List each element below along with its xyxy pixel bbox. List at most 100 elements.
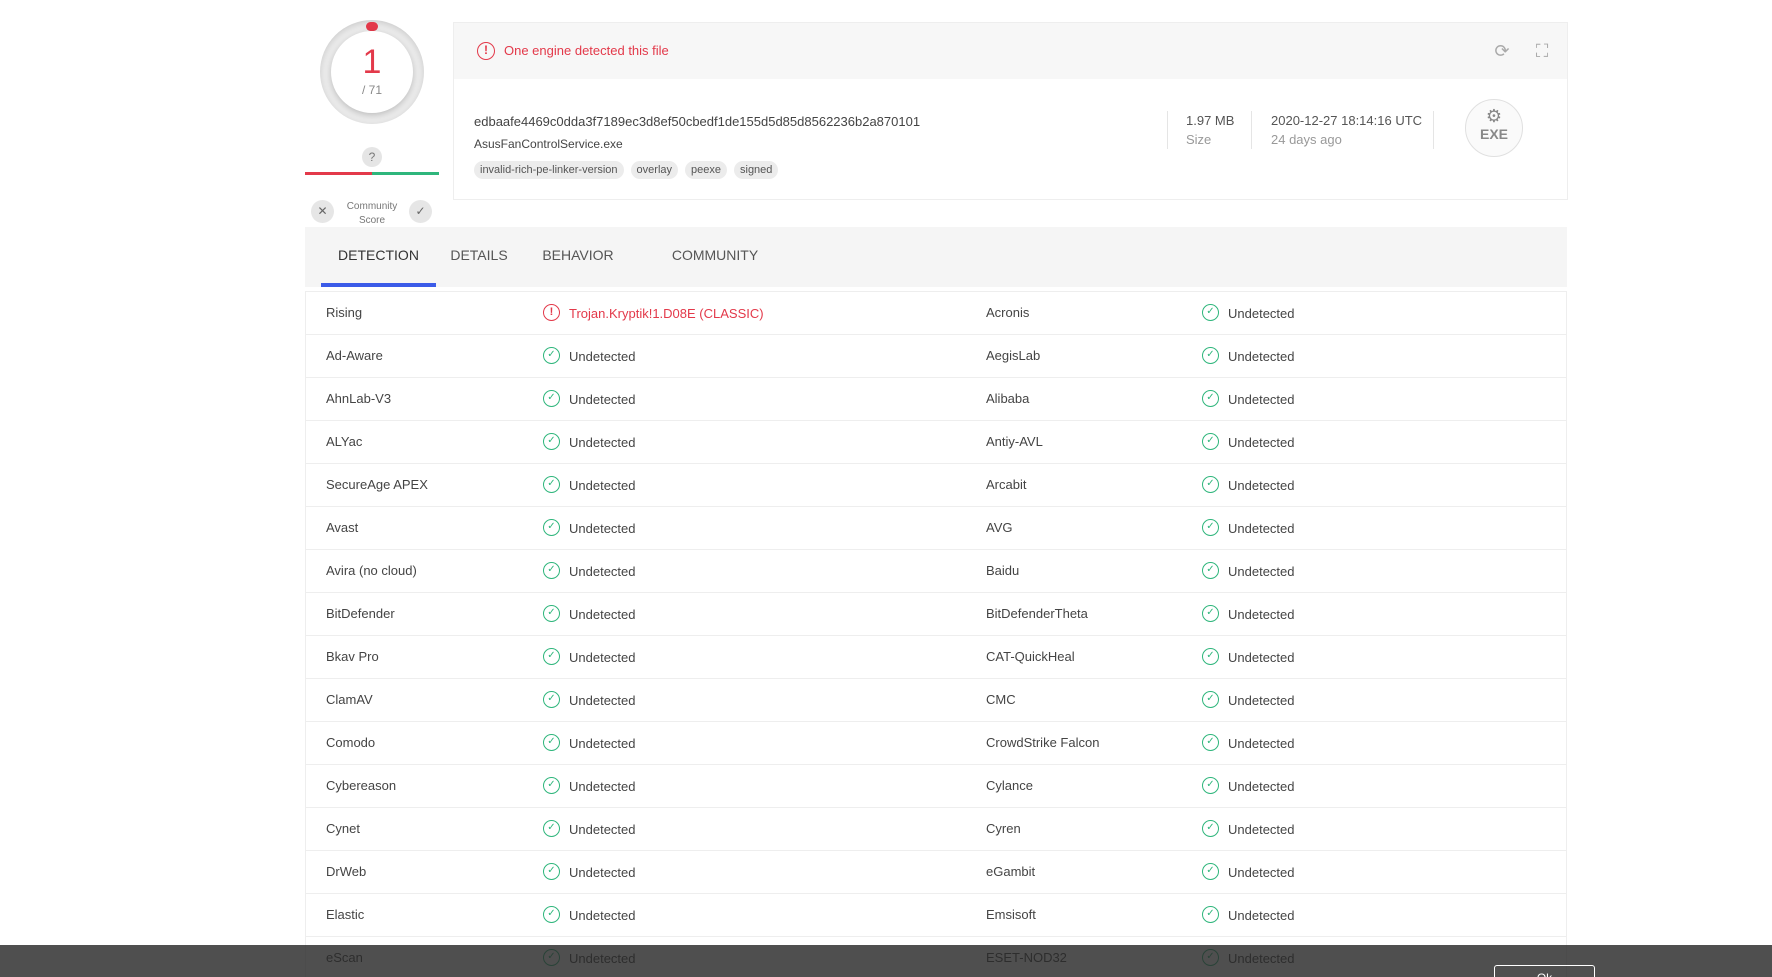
check-circle-icon: ✓ <box>543 476 560 493</box>
check-circle-icon: ✓ <box>543 562 560 579</box>
result-label: Undetected <box>1228 434 1295 450</box>
tab-detection[interactable]: DETECTION <box>321 227 436 287</box>
check-circle-icon: ✓ <box>1202 820 1219 837</box>
file-tag[interactable]: signed <box>734 161 779 179</box>
engine-name: Ad-Aware <box>326 348 383 363</box>
result-label: Undetected <box>1228 778 1295 794</box>
file-type-label: EXE <box>1479 126 1508 142</box>
result-label: Undetected <box>569 391 636 407</box>
engine-result: ✓ Undetected <box>543 906 636 923</box>
result-label: Undetected <box>569 563 636 579</box>
engine-result: ✓ Undetected <box>1202 820 1295 837</box>
check-circle-icon: ✓ <box>543 519 560 536</box>
engine-name: Cyren <box>986 821 1021 836</box>
engine-result: ✓ Undetected <box>1202 906 1295 923</box>
file-size-value: 1.97 MB <box>1186 113 1235 128</box>
check-circle-icon: ✓ <box>1202 304 1219 321</box>
graph-icon[interactable]: ⛶ <box>1531 40 1553 62</box>
file-hash[interactable]: edbaafe4469c0dda3f7189ec3d8ef50cbedf1de1… <box>474 114 920 129</box>
table-row: Cynet ✓ Undetected Cyren ✓ Undetected <box>306 808 1566 851</box>
check-circle-icon: ✓ <box>543 347 560 364</box>
community-score-unknown-icon[interactable]: ? <box>362 147 382 167</box>
check-circle-icon: ✓ <box>543 605 560 622</box>
engine-result: ✓ Undetected <box>543 433 636 450</box>
tab-details[interactable]: DETAILS <box>449 227 509 287</box>
result-label: Undetected <box>1228 821 1295 837</box>
tab-community[interactable]: COMMUNITY <box>665 227 765 287</box>
engine-result: ✓ Undetected <box>543 777 636 794</box>
engine-result: ✓ Undetected <box>1202 304 1295 321</box>
table-row: Elastic ✓ Undetected Emsisoft ✓ Undetected <box>306 894 1566 937</box>
cookie-ok-button[interactable]: Ok <box>1494 965 1595 977</box>
check-circle-icon: ✓ <box>543 734 560 751</box>
engine-result: ✓ Undetected <box>1202 605 1295 622</box>
score-circle: 1 / 71 <box>331 31 413 113</box>
check-circle-icon: ✓ <box>543 777 560 794</box>
file-type-icon: ⚙ EXE <box>1465 99 1523 157</box>
alert-icon: ! <box>477 42 495 60</box>
table-row: AhnLab-V3 ✓ Undetected Alibaba ✓ Undetected <box>306 378 1566 421</box>
engine-name: Acronis <box>986 305 1030 320</box>
engine-result: ✓ Undetected <box>543 820 636 837</box>
check-circle-icon: ✓ <box>543 906 560 923</box>
engine-name: BitDefender <box>326 606 395 621</box>
table-row: SecureAge APEX ✓ Undetected Arcabit ✓ Undetec… <box>306 464 1566 507</box>
engine-name: Emsisoft <box>986 907 1036 922</box>
engine-name: Cynet <box>326 821 360 836</box>
result-label: Undetected <box>569 821 636 837</box>
check-circle-icon: ✓ <box>1202 476 1219 493</box>
result-label: Undetected <box>1228 477 1295 493</box>
engine-result: ✓ Undetected <box>543 347 636 364</box>
engine-name: Bkav Pro <box>326 649 379 664</box>
engine-result: ✓ Undetected <box>543 605 636 622</box>
engine-result: ✓ Undetected <box>1202 390 1295 407</box>
table-row: Avira (no cloud) ✓ Undetected Baidu ✓ Undetec… <box>306 550 1566 593</box>
reanalyze-icon[interactable]: ⟳ <box>1491 40 1513 62</box>
engine-name: CMC <box>986 692 1016 707</box>
result-label: Trojan.Kryptik!1.D08E (CLASSIC) <box>569 305 764 321</box>
table-row: Ad-Aware ✓ Undetected AegisLab ✓ Undetected <box>306 335 1566 378</box>
engine-result: ✓ Undetected <box>1202 734 1295 751</box>
community-score-label: Community Score <box>346 201 398 226</box>
engine-result: ✓ Undetected <box>543 519 636 536</box>
alert-icon: ! <box>543 304 560 321</box>
check-circle-icon: ✓ <box>1202 906 1219 923</box>
engine-name: AVG <box>986 520 1013 535</box>
engine-name: Comodo <box>326 735 376 750</box>
result-label: Undetected <box>569 735 636 751</box>
file-card-header: ! One engine detected this file ⟳ ⛶ <box>454 23 1567 79</box>
tab-behavior[interactable]: BEHAVIOR <box>538 227 618 287</box>
check-circle-icon: ✓ <box>1202 519 1219 536</box>
table-row: ClamAV ✓ Undetected CMC ✓ Undetected <box>306 679 1566 722</box>
vote-harmless-button[interactable]: ✓ <box>409 200 432 223</box>
table-row: DrWeb ✓ Undetected eGambit ✓ Undetected <box>306 851 1566 894</box>
engine-name: SecureAge APEX <box>326 477 428 492</box>
file-tag[interactable]: invalid-rich-pe-linker-version <box>474 161 624 179</box>
engine-result: ✓ Undetected <box>543 691 636 708</box>
engine-name: Avira (no cloud) <box>326 563 417 578</box>
engine-result: ✓ Undetected <box>1202 777 1295 794</box>
check-circle-icon: ✓ <box>1202 863 1219 880</box>
engine-name: Cybereason <box>326 778 397 793</box>
engine-result: ✓ Undetected <box>1202 863 1295 880</box>
result-label: Undetected <box>1228 692 1295 708</box>
result-label: Undetected <box>1228 606 1295 622</box>
engine-name: Arcabit <box>986 477 1027 492</box>
check-circle-icon: ✓ <box>1202 648 1219 665</box>
table-row: Avast ✓ Undetected AVG ✓ Undetected <box>306 507 1566 550</box>
file-tag[interactable]: overlay <box>630 161 679 179</box>
engine-result: ✓ Undetected <box>543 648 636 665</box>
result-label: Undetected <box>569 520 636 536</box>
report-tabs: DETECTION DETAILS BEHAVIOR COMMUNITY <box>305 227 1567 287</box>
engine-result: ✓ Undetected <box>1202 347 1295 364</box>
check-circle-icon: ✓ <box>1202 777 1219 794</box>
file-tag[interactable]: peexe <box>685 161 727 179</box>
engine-name: Rising <box>326 305 363 320</box>
vote-harmful-button[interactable]: ✕ <box>311 200 334 223</box>
result-label: Undetected <box>569 477 636 493</box>
engine-total: / 71 <box>361 83 382 97</box>
table-row: Rising! Trojan.Kryptik!1.D08E (CLASSIC) Ac… <box>306 292 1566 335</box>
check-circle-icon: ✓ <box>543 433 560 450</box>
engine-result: ✓ Undetected <box>1202 648 1295 665</box>
gears-icon: ⚙ <box>1485 106 1503 126</box>
